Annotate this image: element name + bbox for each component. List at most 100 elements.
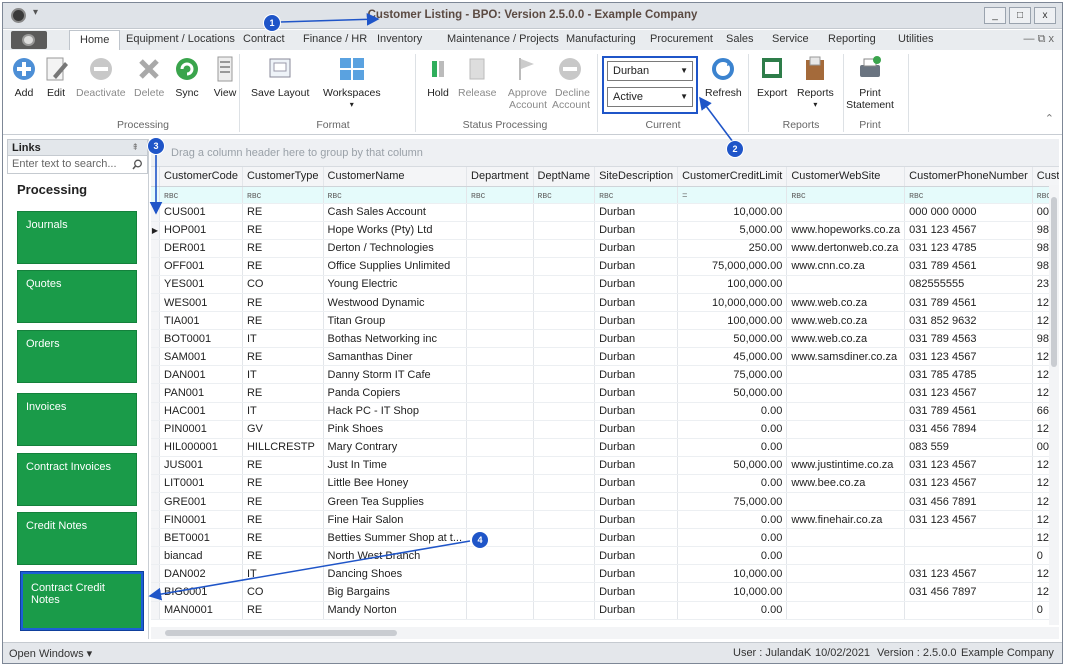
table-cell[interactable]: Durban	[594, 293, 679, 313]
table-cell[interactable]: Samanthas Diner	[323, 347, 468, 367]
table-row[interactable]: biancad RE North West Branch Durban 0.00 0	[151, 546, 1059, 566]
table-cell[interactable]: TIA001	[159, 311, 243, 331]
table-row[interactable]: JUS001 RE Just In Time Durban 50,000.00 www.j…	[151, 456, 1059, 475]
row-indicator[interactable]	[151, 275, 160, 294]
row-indicator[interactable]	[151, 239, 160, 258]
table-cell[interactable]: Office Supplies Unlimited	[323, 257, 468, 276]
table-cell[interactable]: 5,000.00	[677, 221, 788, 240]
table-cell[interactable]: IT	[242, 365, 324, 385]
tab-reporting[interactable]: Reporting	[828, 33, 876, 45]
table-cell[interactable]: Cash Sales Account	[323, 203, 468, 222]
table-cell[interactable]	[533, 528, 596, 548]
table-cell[interactable]: RE	[242, 510, 324, 530]
tab-home[interactable]: Home	[69, 30, 121, 51]
table-cell[interactable]: DAN001	[159, 365, 243, 385]
table-cell[interactable]: 031 123 4567	[904, 383, 1033, 403]
column-header[interactable]: CustomerType	[242, 167, 324, 187]
release-button[interactable]: Release	[458, 54, 497, 99]
table-cell[interactable]: 45,000.00	[677, 347, 788, 367]
table-row[interactable]: DAN001 IT Danny Storm IT Cafe Durban 75,000.…	[151, 365, 1059, 385]
table-cell[interactable]: RE	[242, 601, 324, 620]
row-indicator[interactable]	[151, 601, 160, 620]
row-indicator[interactable]	[151, 546, 160, 566]
filter-cell[interactable]: ʀʙc	[466, 186, 534, 204]
minimize-button[interactable]: _	[984, 7, 1006, 24]
table-cell[interactable]: www.samsdiner.co.za	[786, 347, 906, 367]
table-cell[interactable]: YES001	[159, 275, 243, 294]
table-cell[interactable]: DAN002	[159, 564, 243, 584]
row-indicator[interactable]	[151, 564, 160, 584]
vertical-scrollbar[interactable]	[1049, 185, 1059, 625]
table-cell[interactable]: Panda Copiers	[323, 383, 468, 403]
table-cell[interactable]	[904, 528, 1033, 548]
table-cell[interactable]	[786, 438, 906, 457]
links-search-input[interactable]: Enter text to search...	[7, 156, 148, 174]
table-row[interactable]: ▶ HOP001 RE Hope Works (Pty) Ltd Durban 5,000…	[151, 221, 1059, 240]
table-cell[interactable]: RE	[242, 456, 324, 475]
table-cell[interactable]	[786, 546, 906, 566]
filter-cell[interactable]: ʀʙc	[533, 186, 596, 204]
table-cell[interactable]: 10,000.00	[677, 564, 788, 584]
filter-cell[interactable]: ʀʙc	[242, 186, 324, 204]
table-cell[interactable]: 031 456 7897	[904, 582, 1033, 602]
table-cell[interactable]	[786, 203, 906, 222]
table-cell[interactable]: Durban	[594, 492, 679, 512]
table-cell[interactable]: RE	[242, 474, 324, 494]
table-cell[interactable]: Dancing Shoes	[323, 564, 468, 584]
row-indicator[interactable]	[151, 438, 160, 457]
table-cell[interactable]: Titan Group	[323, 311, 468, 331]
table-cell[interactable]: Durban	[594, 402, 679, 421]
row-indicator[interactable]: ▶	[151, 221, 160, 240]
column-header[interactable]: CustomerWebSite	[786, 167, 906, 187]
tab-maintenance-projects[interactable]: Maintenance / Projects	[447, 33, 559, 45]
table-cell[interactable]: 031 789 4561	[904, 293, 1033, 313]
table-cell[interactable]: 0.00	[677, 420, 788, 439]
table-cell[interactable]: OFF001	[159, 257, 243, 276]
tab-service[interactable]: Service	[772, 33, 809, 45]
table-cell[interactable]	[466, 203, 534, 222]
table-cell[interactable]: RE	[242, 221, 324, 240]
table-row[interactable]: TIA001 RE Titan Group Durban 100,000.00 www.w…	[151, 311, 1059, 331]
table-cell[interactable]: Durban	[594, 474, 679, 494]
row-indicator[interactable]	[151, 402, 160, 421]
table-cell[interactable]: 10,000.00	[677, 203, 788, 222]
table-cell[interactable]: www.web.co.za	[786, 293, 906, 313]
table-cell[interactable]: DER001	[159, 239, 243, 258]
table-row[interactable]: BIG0001 CO Big Bargains Durban 10,000.00 031 …	[151, 582, 1059, 602]
table-cell[interactable]	[466, 564, 534, 584]
column-header[interactable]: CustomerCode	[159, 167, 243, 187]
table-cell[interactable]	[786, 492, 906, 512]
table-cell[interactable]: 031 123 4567	[904, 347, 1033, 367]
table-cell[interactable]: Durban	[594, 221, 679, 240]
tile-invoices[interactable]: Invoices	[17, 393, 137, 446]
table-row[interactable]: PIN0001 GV Pink Shoes Durban 0.00 031 456 789…	[151, 420, 1059, 439]
horizontal-scroll-thumb[interactable]	[165, 630, 397, 636]
table-cell[interactable]	[533, 420, 596, 439]
filter-cell[interactable]: ʀʙc	[904, 186, 1033, 204]
approve-account-button[interactable]: Approve Account	[503, 54, 547, 111]
table-cell[interactable]: 082555555	[904, 275, 1033, 294]
table-cell[interactable]	[466, 456, 534, 475]
table-row[interactable]: WES001 RE Westwood Dynamic Durban 10,000,000…	[151, 293, 1059, 313]
table-cell[interactable]: 50,000.00	[677, 456, 788, 475]
table-cell[interactable]	[466, 221, 534, 240]
table-cell[interactable]: 031 123 4567	[904, 564, 1033, 584]
table-cell[interactable]: 031 123 4567	[904, 510, 1033, 530]
tab-equipment-locations[interactable]: Equipment / Locations	[126, 33, 235, 45]
table-row[interactable]: GRE001 RE Green Tea Supplies Durban 75,000.0…	[151, 492, 1059, 512]
table-row[interactable]: LIT0001 RE Little Bee Honey Durban 0.00 www.b…	[151, 474, 1059, 494]
table-cell[interactable]: Durban	[594, 510, 679, 530]
table-cell[interactable]	[533, 456, 596, 475]
workspaces-button[interactable]: Workspaces ▾	[323, 54, 381, 111]
filter-cell[interactable]: ʀʙc	[323, 186, 468, 204]
table-cell[interactable]	[466, 383, 534, 403]
tab-utilities[interactable]: Utilities	[898, 33, 933, 45]
filter-cell[interactable]: ʀʙc	[594, 186, 679, 204]
table-row[interactable]: SAM001 RE Samanthas Diner Durban 45,000.00 ww…	[151, 347, 1059, 367]
row-indicator[interactable]	[151, 528, 160, 548]
filter-cell[interactable]: ʀʙc	[159, 186, 243, 204]
row-indicator[interactable]	[151, 365, 160, 385]
table-cell[interactable]	[533, 311, 596, 331]
table-cell[interactable]	[466, 257, 534, 276]
table-cell[interactable]	[533, 221, 596, 240]
